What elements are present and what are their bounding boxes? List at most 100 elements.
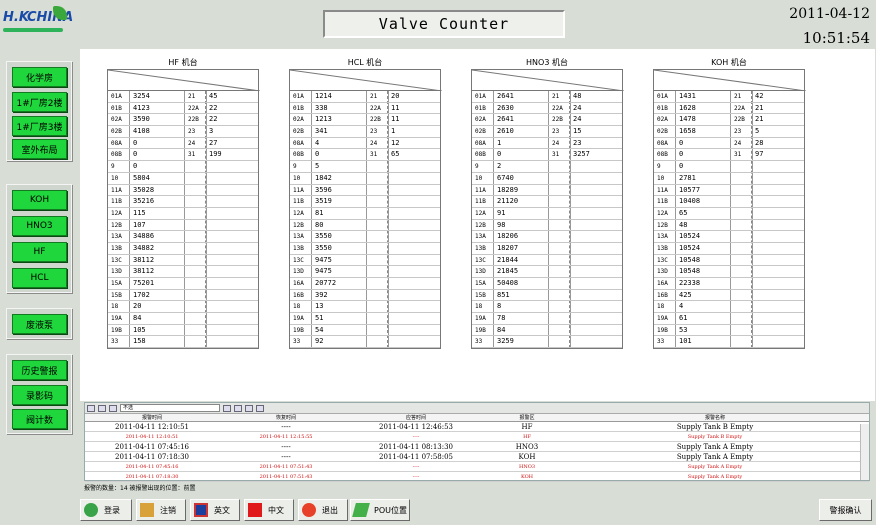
valve-count: 48 xyxy=(573,92,582,100)
valve-count: 338 xyxy=(315,103,328,112)
valve-count: 115 xyxy=(133,208,146,217)
table-row: 13A 18206 xyxy=(472,231,622,243)
logout-icon xyxy=(140,503,154,517)
valve-count: 22 xyxy=(209,115,218,124)
nav-hno3[interactable]: HNO3 xyxy=(12,216,67,236)
table-row: 02A 1213 22B 11 xyxy=(290,114,440,127)
valve-count: 28 xyxy=(755,138,764,147)
nav-alarm-history[interactable]: 历史警报 xyxy=(12,360,67,380)
valve-count: 42 xyxy=(755,92,764,100)
table-row: 15B 1702 xyxy=(108,290,258,302)
nav-hcl[interactable]: HCL xyxy=(12,268,67,288)
valve-count: 199 xyxy=(209,150,222,159)
valve-count: 18207 xyxy=(497,243,519,252)
alarm-scrollbar[interactable] xyxy=(860,424,869,480)
alarm-filter-select[interactable]: 不选 xyxy=(120,404,220,412)
valve-id: 12A xyxy=(293,209,304,217)
valve-count: 53 xyxy=(679,325,688,334)
valve-id: 11A xyxy=(111,186,122,194)
table-row: 11A 10577 xyxy=(654,185,804,197)
table-row: 01A 1431 21 42 xyxy=(654,91,804,103)
table-row: 90 xyxy=(108,161,258,173)
nav-chemical-room[interactable]: 化学房 xyxy=(12,67,67,87)
chinese-button[interactable]: 中文 xyxy=(244,499,294,521)
valve-count: 392 xyxy=(315,290,328,299)
table-row: 02B 1658 23 5 xyxy=(654,126,804,138)
table-row: 01B 4123 22A 22 xyxy=(108,103,258,115)
alarm-filter-icon[interactable] xyxy=(109,404,117,412)
alarm-row[interactable]: 2011-04-11 07:18:30 2011-04-11 07:51:43 --… xyxy=(85,472,869,482)
valve-count: 1 xyxy=(391,127,396,136)
print-icon[interactable] xyxy=(234,404,242,412)
nav-group-areas: 化学房 1#厂房2楼 1#厂房3楼 室外布局 xyxy=(6,61,72,161)
table-row: 11A 35028 xyxy=(108,185,258,197)
export-icon[interactable] xyxy=(245,404,253,412)
valve-id: 18 xyxy=(293,303,301,311)
valve-id: 15A xyxy=(475,280,486,287)
exit-icon xyxy=(302,503,316,517)
alarm-row[interactable]: 2011-04-11 12:10:51 ---- 2011-04-11 12:46:… xyxy=(85,422,869,432)
valve-count: 4 xyxy=(315,138,320,147)
table-row: 11B 35216 xyxy=(108,196,258,208)
table-row: 02B 4108 23 3 xyxy=(108,126,258,138)
english-button[interactable]: 英文 xyxy=(190,499,240,521)
refresh-icon[interactable] xyxy=(223,404,231,412)
valve-id: 33 xyxy=(293,338,301,346)
login-button[interactable]: 登录 xyxy=(80,499,132,521)
nav-factory1-floor3[interactable]: 1#厂房3楼 xyxy=(12,116,67,136)
table-row: 02B 341 23 1 xyxy=(290,126,440,138)
valve-id: 10 xyxy=(293,174,301,182)
valve-count: 341 xyxy=(315,127,328,136)
valve-count: 1628 xyxy=(679,103,696,112)
valve-count: 105 xyxy=(133,325,146,334)
valve-id: 9 xyxy=(657,163,661,171)
nav-factory1-floor2[interactable]: 1#厂房2楼 xyxy=(12,92,67,112)
alarm-row[interactable]: 2011-04-11 07:45:16 2011-04-11 07:51:43 --… xyxy=(85,462,869,472)
valve-count: 80 xyxy=(315,220,324,229)
table-row: 16A 20772 xyxy=(290,278,440,290)
valve-count: 10524 xyxy=(679,232,701,241)
search-icon[interactable] xyxy=(256,404,264,412)
exit-button[interactable]: 退出 xyxy=(298,499,348,521)
nav-video-code[interactable]: 录影码 xyxy=(12,385,67,405)
alarm-row[interactable]: 2011-04-11 07:45:16 ---- 2011-04-11 08:13:… xyxy=(85,442,869,452)
valve-id: 13B xyxy=(475,244,486,252)
nav-hf[interactable]: HF xyxy=(12,242,67,262)
nav-outdoor-layout[interactable]: 室外布局 xyxy=(12,139,67,159)
table-row: 08A 4 24 12 xyxy=(290,138,440,150)
valve-count: 10548 xyxy=(679,267,701,276)
valve-id: 19B xyxy=(475,326,486,334)
valve-id: 23 xyxy=(734,128,742,136)
valve-id: 31 xyxy=(370,151,378,159)
valve-id: 08A xyxy=(293,139,304,147)
sort-icon[interactable] xyxy=(98,404,106,412)
filter-icon[interactable] xyxy=(87,404,95,412)
nav-valve-counter[interactable]: 阀计数 xyxy=(12,409,67,429)
valve-id: 13B xyxy=(657,244,668,252)
table-row: 08A 0 24 28 xyxy=(654,138,804,150)
valve-id: 22B xyxy=(370,116,381,124)
table-row: 12A 81 xyxy=(290,208,440,220)
nav-waste-pump[interactable]: 废液泵 xyxy=(12,314,67,334)
alarm-ack-button[interactable]: 警报确认 xyxy=(819,499,872,521)
valve-count: 4 xyxy=(679,302,684,311)
valve-id: 11A xyxy=(657,186,668,194)
valve-id: 22A xyxy=(370,104,381,112)
valve-id: 08B xyxy=(111,151,122,159)
table-row: 13D 10548 xyxy=(654,266,804,278)
valve-id: 10 xyxy=(111,174,119,182)
table-row: 19A 78 xyxy=(472,313,622,325)
table-row: 01A 2641 21 48 xyxy=(472,91,622,103)
valve-count: 2 xyxy=(497,162,502,171)
logout-button[interactable]: 注销 xyxy=(136,499,186,521)
valve-count: 5 xyxy=(315,162,320,171)
table-row: 92 xyxy=(472,161,622,173)
valve-id: 10 xyxy=(657,174,665,182)
table-row: 19B 84 xyxy=(472,325,622,337)
valve-count: 1842 xyxy=(315,173,332,182)
pou-position-button[interactable]: POU位置 xyxy=(350,499,410,521)
nav-koh[interactable]: KOH xyxy=(12,190,67,210)
alarm-row[interactable]: 2011-04-11 07:18:30 ---- 2011-04-11 07:58:… xyxy=(85,452,869,462)
alarm-row[interactable]: 2011-04-11 12:10:51 2011-04-11 12:15:55 --… xyxy=(85,432,869,442)
table-row: 33 158 xyxy=(108,336,258,349)
